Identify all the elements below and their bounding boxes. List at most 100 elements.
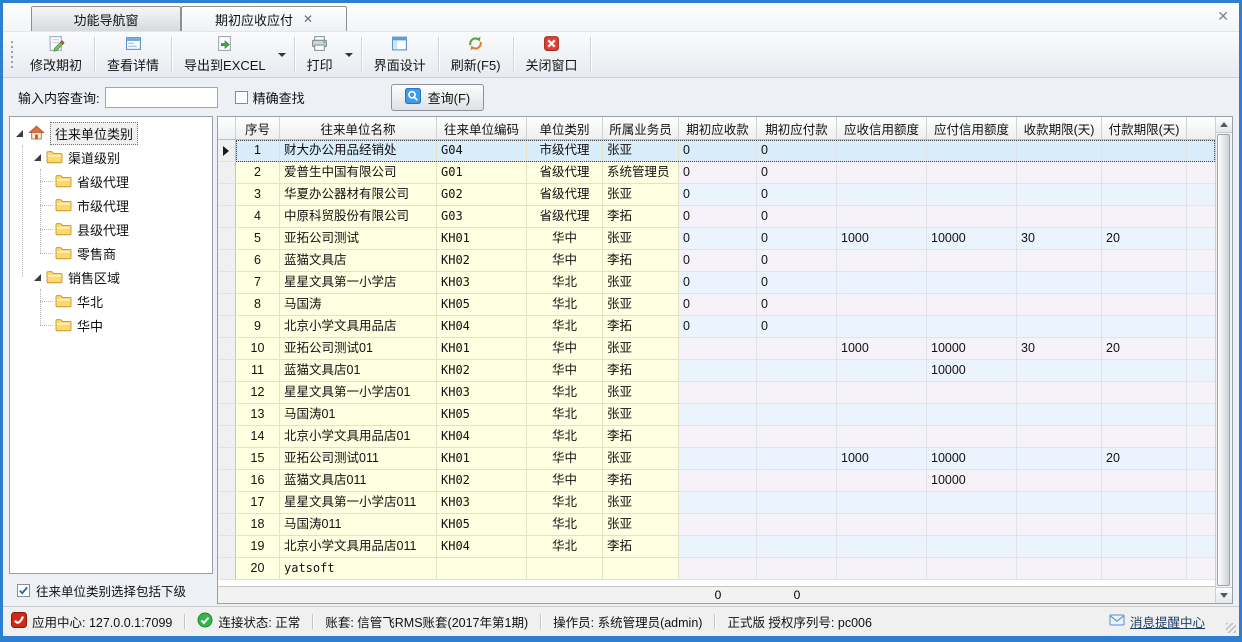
cell	[927, 294, 1017, 316]
table-row[interactable]: 7星星文具第一小学店KH03华北张亚00	[218, 272, 1215, 294]
cell: KH04	[437, 426, 527, 448]
table-row[interactable]: 4中原科贸股份有限公司G03省级代理李拓00	[218, 206, 1215, 228]
scroll-down-icon[interactable]	[1216, 587, 1232, 603]
column-header-7[interactable]: 期初应付款	[757, 117, 837, 140]
chevron-down-icon[interactable]	[278, 53, 286, 57]
table-row[interactable]: 5亚拓公司测试KH01华中张亚001000100003020	[218, 228, 1215, 250]
tree-expander-icon[interactable]	[34, 154, 41, 161]
tab-close-icon[interactable]: ✕	[303, 13, 313, 25]
cell	[1102, 294, 1187, 316]
cell: yatsoft	[280, 558, 437, 580]
table-row[interactable]: 16蓝猫文具店011KH02华中李拓10000	[218, 470, 1215, 492]
tab-2[interactable]: 期初应收应付✕	[181, 6, 347, 31]
query-button[interactable]: 查询(F)	[391, 84, 485, 111]
table-row[interactable]: 18马国涛011KH05华北张亚	[218, 514, 1215, 536]
include-sub-checkbox[interactable]	[17, 584, 30, 597]
column-header-9[interactable]: 应付信用额度	[927, 117, 1017, 140]
row-cells: 1财大办公用品经销处G04市级代理张亚00	[236, 140, 1215, 162]
row-cells: 8马国涛KH05华北张亚00	[236, 294, 1215, 316]
cell	[1102, 272, 1187, 294]
row-indicator	[218, 558, 236, 580]
tree-item-7[interactable]: 销售区域	[10, 265, 212, 289]
column-header-11[interactable]: 付款期限(天)	[1102, 117, 1187, 140]
toolbar-button-1[interactable]: 修改期初	[19, 32, 93, 77]
cell: 0	[679, 184, 757, 206]
resize-grip-icon[interactable]	[1226, 623, 1236, 633]
column-header-6[interactable]: 期初应收款	[679, 117, 757, 140]
toolbar-button-3[interactable]: 导出到EXCEL	[173, 32, 277, 77]
tree-expander-icon[interactable]	[16, 130, 23, 137]
cell: G02	[437, 184, 527, 206]
column-header-10[interactable]: 收款期限(天)	[1017, 117, 1102, 140]
left-panel: 往来单位类别渠道级别省级代理市级代理县级代理零售商销售区域华北华中 往来单位类别…	[9, 116, 213, 604]
scrollbar-thumb[interactable]	[1217, 134, 1230, 586]
search-row: 输入内容查询: 精确查找 查询(F)	[3, 78, 1239, 116]
cell: 7	[236, 272, 280, 294]
cell: 30	[1017, 338, 1102, 360]
status-item-5: 正式版 授权序列号: pc006	[727, 612, 871, 631]
tab-label: 功能导航窗	[73, 10, 138, 29]
toolbar-button-6[interactable]: 刷新(F5)	[440, 32, 512, 77]
chevron-down-icon[interactable]	[345, 53, 353, 57]
column-header-1[interactable]: 序号	[236, 117, 280, 140]
message-center-link[interactable]: 消息提醒中心	[1109, 612, 1205, 631]
tree-expander-icon[interactable]	[34, 274, 41, 281]
toolbar-grip-icon[interactable]	[11, 41, 13, 68]
table-row[interactable]: 3华夏办公器材有限公司G02省级代理张亚00	[218, 184, 1215, 206]
cell	[927, 426, 1017, 448]
cell	[679, 360, 757, 382]
cell: 张亚	[603, 184, 679, 206]
table-row[interactable]: 17星星文具第一小学店011KH03华北张亚	[218, 492, 1215, 514]
tree-item-1[interactable]: 往来单位类别	[10, 121, 212, 145]
table-row[interactable]: 14北京小学文具用品店01KH04华北李拓	[218, 426, 1215, 448]
row-indicator	[218, 492, 236, 514]
cell: 2	[236, 162, 280, 184]
vertical-scrollbar[interactable]	[1215, 117, 1232, 603]
column-header-8[interactable]: 应收信用额度	[837, 117, 927, 140]
table-row[interactable]: 1财大办公用品经销处G04市级代理张亚00	[218, 140, 1215, 162]
table-row[interactable]: 13马国涛01KH05华北张亚	[218, 404, 1215, 426]
tree-item-label: 华中	[77, 316, 103, 335]
toolbar-button-5[interactable]: 界面设计	[363, 32, 437, 77]
table-row[interactable]: 9北京小学文具用品店KH04华北李拓00	[218, 316, 1215, 338]
cell	[837, 426, 927, 448]
window-close-icon[interactable]: ✕	[1217, 8, 1229, 25]
toolbar-button-2[interactable]: 查看详情	[96, 32, 170, 77]
table-row[interactable]: 2爱普生中国有限公司G01省级代理系统管理员00	[218, 162, 1215, 184]
scroll-up-icon[interactable]	[1216, 117, 1232, 133]
column-header-5[interactable]: 所属业务员	[603, 117, 679, 140]
cell	[1102, 360, 1187, 382]
cell: 0	[757, 206, 837, 228]
summary-cell: 0	[679, 588, 757, 602]
cell: 0	[679, 228, 757, 250]
table-row[interactable]: 15亚拓公司测试011KH01华中张亚10001000020	[218, 448, 1215, 470]
column-header-3[interactable]: 往来单位编码	[437, 117, 527, 140]
table-row[interactable]: 19北京小学文具用品店011KH04华北李拓	[218, 536, 1215, 558]
search-input[interactable]	[105, 87, 218, 108]
exact-match-checkbox[interactable]	[235, 91, 248, 104]
table-row[interactable]: 12星星文具第一小学店01KH03华北张亚	[218, 382, 1215, 404]
tree-connector	[40, 229, 53, 230]
table-row[interactable]: 11蓝猫文具店01KH02华中李拓10000	[218, 360, 1215, 382]
print-icon	[311, 35, 328, 52]
cell: 星星文具第一小学店	[280, 272, 437, 294]
cell	[1017, 448, 1102, 470]
table-row[interactable]: 20yatsoft	[218, 558, 1215, 580]
table-row[interactable]: 6蓝猫文具店KH02华中李拓00	[218, 250, 1215, 272]
toolbar-button-4[interactable]: 打印	[296, 32, 344, 77]
cell	[757, 492, 837, 514]
folder-icon	[55, 173, 77, 189]
tree-item-2[interactable]: 渠道级别	[10, 145, 212, 169]
tab-1[interactable]: 功能导航窗	[31, 6, 181, 31]
cell	[837, 206, 927, 228]
column-header-2[interactable]: 往来单位名称	[280, 117, 437, 140]
cell: 李拓	[603, 470, 679, 492]
toolbar-group: 关闭窗口	[515, 32, 589, 77]
cell: G04	[437, 140, 527, 162]
toolbar-button-7[interactable]: 关闭窗口	[515, 32, 589, 77]
close-window-icon	[543, 35, 560, 52]
row-cells: 6蓝猫文具店KH02华中李拓00	[236, 250, 1215, 272]
column-header-4[interactable]: 单位类别	[527, 117, 603, 140]
table-row[interactable]: 10亚拓公司测试01KH01华中张亚1000100003020	[218, 338, 1215, 360]
table-row[interactable]: 8马国涛KH05华北张亚00	[218, 294, 1215, 316]
